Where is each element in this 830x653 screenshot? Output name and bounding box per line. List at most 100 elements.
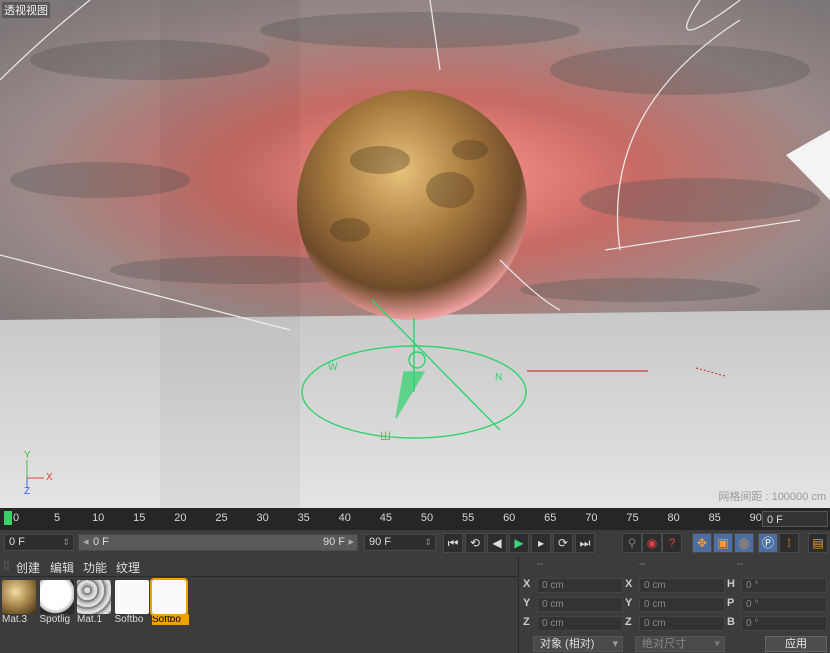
material-name: Mat.3 <box>2 614 28 625</box>
perspective-viewport[interactable]: N W Ш 透视视图 网格间距 : 100000 cm Y X Z <box>0 0 830 508</box>
grid-tool-icon[interactable]: ⁞ <box>779 533 799 553</box>
record-key-icon[interactable]: ◉ <box>642 533 662 553</box>
floor-plane <box>0 310 830 508</box>
ruler-track[interactable]: 0 5 10 15 20 25 30 35 40 45 50 55 60 65 70 75 80 85 90 <box>4 508 762 530</box>
coord-value[interactable]: 0 ° <box>741 616 827 631</box>
timeline-tick-label: 70 <box>585 512 598 524</box>
coord-field[interactable]: H 0 ° <box>727 578 827 594</box>
material-menubar: ⁞⁞ 创建 编辑 功能 纹理 <box>0 556 518 577</box>
playhead[interactable] <box>4 511 12 525</box>
preview-range-slider[interactable]: ◂ 0 F 90 F ▸ <box>78 534 358 551</box>
timeline-tick-label: 80 <box>667 512 680 524</box>
start-frame-value: 0 F <box>9 536 25 548</box>
coord-mode-select[interactable]: 对象 (相对) ▾ <box>533 636 623 652</box>
goto-end-button[interactable]: ⏭ <box>575 533 595 553</box>
next-key-button[interactable]: ⟳ <box>553 533 573 553</box>
coord-axis-label: B <box>727 616 735 628</box>
coord-value[interactable]: 0 cm <box>639 578 725 593</box>
coord-field[interactable]: Z 0 cm <box>523 616 623 632</box>
size-header: -- <box>639 559 646 570</box>
coord-field[interactable]: Y 0 cm <box>523 597 623 613</box>
material-item[interactable]: Softbo <box>150 578 189 625</box>
film-strip-icon[interactable]: ▤ <box>808 533 828 553</box>
material-swatch <box>39 580 74 614</box>
material-name: Mat.1 <box>77 614 103 625</box>
coord-value[interactable]: 0 cm <box>639 616 725 631</box>
end-frame-value: 90 F <box>369 536 392 548</box>
axis-z-label: Z <box>24 486 31 497</box>
range-right-arrow-icon: ▸ <box>348 536 354 548</box>
rotate-tool-icon[interactable]: ◎ <box>734 533 754 553</box>
timeline-tick-label: 55 <box>461 512 475 524</box>
coord-value[interactable]: 0 cm <box>537 597 623 612</box>
move-tool-icon[interactable]: ✥ <box>692 533 712 553</box>
range-end-value: 90 F <box>322 536 345 548</box>
auto-key-icon[interactable]: ? <box>662 533 682 553</box>
next-frame-button[interactable]: ▸ <box>531 533 551 553</box>
svg-text:Ш: Ш <box>380 429 391 443</box>
range-start-value: 0 F <box>93 536 109 548</box>
play-button[interactable]: ▶ <box>509 533 529 553</box>
stepper-icon: ⇕ <box>62 537 70 547</box>
scale-tool-icon[interactable]: ▣ <box>713 533 733 553</box>
coord-value[interactable]: 0 cm <box>639 597 725 612</box>
timeline-tick-label: 15 <box>133 512 146 524</box>
axis-y-label: Y <box>24 450 31 461</box>
current-frame-field[interactable]: 0 F <box>762 511 828 527</box>
dropdown-arrow-icon: ▾ <box>714 638 720 650</box>
coord-field[interactable]: Z 0 cm <box>625 616 725 632</box>
coord-axis-label: Y <box>625 597 633 609</box>
coord-field[interactable]: B 0 ° <box>727 616 827 632</box>
stepper-icon: ⇕ <box>424 537 432 547</box>
material-item[interactable]: Softbo <box>114 580 150 625</box>
timeline-ruler[interactable]: 0 5 10 15 20 25 30 35 40 45 50 55 60 65 70 75 80 85 90 0 F <box>0 508 830 530</box>
timeline-tick-label: 85 <box>708 512 721 524</box>
coord-value[interactable]: 0 ° <box>741 597 827 612</box>
menu-function[interactable]: 功能 <box>83 559 107 576</box>
coord-field[interactable]: X 0 cm <box>523 578 623 594</box>
bottom-panels: ⁞⁞ 创建 编辑 功能 纹理 Mat.3 Spotlig Mat.1 Softbo So… <box>0 556 830 653</box>
end-frame-field[interactable]: 90 F ⇕ <box>364 534 436 551</box>
start-frame-field[interactable]: 0 F ⇕ <box>4 534 74 551</box>
material-swatch <box>77 580 111 614</box>
menu-create[interactable]: 创建 <box>16 559 40 576</box>
coord-axis-label: X <box>625 578 633 590</box>
coord-axis-label: P <box>727 597 735 609</box>
coordinates-panel: -- -- -- X0 cm X 0 cm H 0 ° Y 0 cm Y 0 cm P 0 ° Z 0 … <box>518 556 830 653</box>
svg-text:W: W <box>328 362 338 373</box>
range-left-arrow-icon: ◂ <box>83 536 89 548</box>
axis-x-label: X <box>46 472 53 483</box>
viewport-title[interactable]: 透视视图 <box>2 2 50 18</box>
key-lock-icon[interactable]: ⚲ <box>622 533 642 553</box>
material-swatch <box>150 578 188 616</box>
menu-texture[interactable]: 纹理 <box>116 559 140 576</box>
coord-axis-label: Y <box>523 597 531 609</box>
coord-field[interactable]: P 0 ° <box>727 597 827 613</box>
timeline-tick-label: 30 <box>256 512 269 524</box>
size-mode-value: 绝对尺寸 <box>642 638 686 650</box>
timeline-tick-label: 75 <box>626 512 639 524</box>
prev-key-button[interactable]: ⟲ <box>465 533 485 553</box>
coord-value[interactable]: 0 cm <box>537 578 623 593</box>
timeline-tick-label: 20 <box>174 512 187 524</box>
grid-spacing-label: 网格间距 : 100000 cm <box>718 491 826 503</box>
material-item[interactable]: Spotlig <box>39 580 75 625</box>
prev-frame-button[interactable]: ◀ <box>487 533 507 553</box>
timeline-tick-label: 45 <box>379 512 393 524</box>
coord-value[interactable]: 0 ° <box>741 578 827 593</box>
param-tool-icon[interactable]: Ⓟ <box>758 533 778 553</box>
material-name: Softbo <box>114 614 144 625</box>
coord-field[interactable]: X 0 cm <box>625 578 725 594</box>
menu-edit[interactable]: 编辑 <box>50 559 74 576</box>
coord-field[interactable]: Y 0 cm <box>625 597 725 613</box>
apply-button[interactable]: 应用 <box>765 636 827 652</box>
timeline-tick-label: 50 <box>420 512 434 524</box>
material-item[interactable]: Mat.1 <box>77 580 112 625</box>
svg-text:N: N <box>495 372 502 383</box>
rotation-header: -- <box>737 559 744 570</box>
material-item[interactable]: Mat.3 <box>2 580 37 625</box>
goto-start-button[interactable]: ⏮ <box>443 533 463 553</box>
timeline-tick-label: 90 <box>749 512 762 524</box>
size-mode-select[interactable]: 绝对尺寸 ▾ <box>635 636 725 652</box>
coord-value[interactable]: 0 cm <box>537 616 623 631</box>
